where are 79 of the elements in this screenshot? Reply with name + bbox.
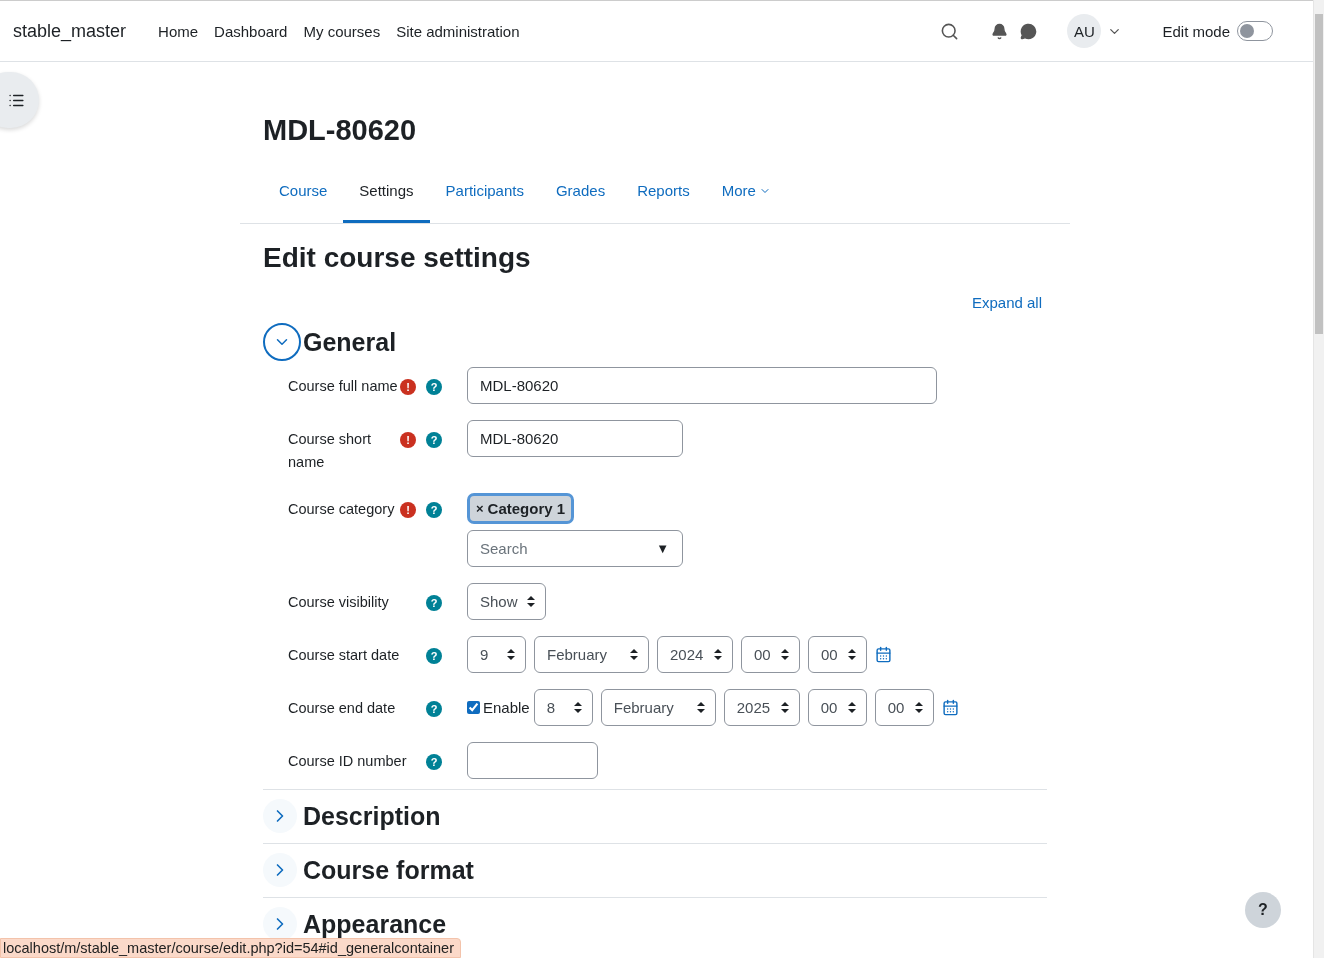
field-label: Course short name: [288, 430, 372, 472]
text-input[interactable]: [467, 742, 598, 779]
sort-arrows-icon: [507, 649, 515, 660]
nav-link[interactable]: Home: [150, 22, 207, 40]
required-icon: !: [400, 432, 416, 448]
required-icon: !: [400, 379, 416, 395]
nav-link[interactable]: My courses: [295, 22, 389, 40]
site-name[interactable]: stable_master: [13, 20, 127, 42]
nav-tab[interactable]: Participants: [429, 173, 540, 223]
day-select[interactable]: 8: [533, 689, 593, 726]
edit-mode-switch[interactable]: [1237, 21, 1273, 41]
nav-tab[interactable]: Grades: [539, 173, 622, 223]
expand-all-link[interactable]: Expand all: [971, 294, 1042, 311]
help-icon[interactable]: ?: [426, 754, 442, 770]
help-icon[interactable]: ?: [426, 701, 442, 717]
nav-link[interactable]: Dashboard: [206, 22, 296, 40]
help-icon[interactable]: ?: [426, 648, 442, 664]
text-input[interactable]: MDL-80620: [467, 420, 683, 457]
page-title: Edit course settings: [263, 242, 532, 274]
hour-select[interactable]: 00: [741, 636, 800, 673]
sort-arrows-icon: [714, 649, 722, 660]
section-toggle[interactable]: [263, 907, 297, 941]
sort-arrows-icon: [848, 649, 856, 660]
help-icon[interactable]: ?: [426, 502, 442, 518]
section-title: Course format: [303, 855, 474, 885]
sort-arrows-icon: [630, 649, 638, 660]
calendar-icon[interactable]: [875, 646, 892, 663]
calendar-icon[interactable]: [941, 699, 959, 716]
visibility-select[interactable]: Show: [467, 583, 546, 620]
help-icon[interactable]: ?: [426, 379, 442, 395]
minute-select[interactable]: 00: [808, 636, 867, 673]
search-dropdown[interactable]: Search ▼: [467, 530, 683, 567]
bell-icon[interactable]: [991, 22, 1009, 40]
minute-select[interactable]: 00: [874, 689, 934, 726]
field-label: Course full name: [288, 377, 398, 396]
required-icon: !: [400, 502, 416, 518]
text-input[interactable]: MDL-80620: [467, 367, 937, 404]
sort-arrows-icon: [780, 702, 789, 713]
checkbox[interactable]: [467, 701, 480, 714]
help-button[interactable]: ?: [1245, 892, 1281, 928]
help-icon[interactable]: ?: [426, 432, 442, 448]
section-title: Appearance: [303, 909, 447, 939]
hour-select[interactable]: 00: [807, 689, 867, 726]
month-select[interactable]: February: [534, 636, 649, 673]
field-label: Course ID number: [288, 752, 407, 771]
day-select[interactable]: 9: [467, 636, 526, 673]
field-label: Course category: [288, 500, 395, 519]
category-tag[interactable]: × Category 1: [467, 493, 575, 524]
user-avatar[interactable]: AU: [1067, 14, 1102, 48]
field-label: Course start date: [288, 646, 400, 665]
sort-arrows-icon: [781, 649, 789, 660]
nav-tab[interactable]: More: [705, 173, 787, 223]
year-select[interactable]: 2024: [657, 636, 733, 673]
nav-tab[interactable]: Reports: [621, 173, 706, 223]
section-toggle[interactable]: [263, 323, 301, 361]
help-icon[interactable]: ?: [426, 595, 442, 611]
course-title: MDL-80620: [263, 114, 418, 147]
scrollbar[interactable]: [1313, 0, 1324, 958]
enable-checkbox[interactable]: Enable: [467, 699, 530, 716]
chat-icon[interactable]: [1020, 22, 1038, 40]
status-url: localhost/m/stable_master/course/edit.php?id=54#id_generalcontainer: [0, 938, 461, 958]
nav-link[interactable]: Site administration: [388, 22, 528, 40]
field-label: Course end date: [288, 699, 396, 718]
section-title: General: [303, 327, 397, 357]
sort-arrows-icon: [847, 702, 856, 713]
sort-arrows-icon: [527, 596, 535, 607]
sort-arrows-icon: [696, 702, 705, 713]
field-label: Course visibility: [288, 593, 389, 612]
sort-arrows-icon: [914, 702, 923, 713]
edit-mode-label: Edit mode: [1162, 22, 1230, 40]
section-toggle[interactable]: [263, 799, 297, 833]
section-title: Description: [303, 801, 441, 831]
sort-arrows-icon: [573, 702, 582, 713]
nav-tab[interactable]: Settings: [343, 173, 430, 223]
section-toggle[interactable]: [263, 853, 297, 887]
year-select[interactable]: 2025: [723, 689, 800, 726]
nav-tab[interactable]: Course: [263, 173, 344, 223]
month-select[interactable]: February: [600, 689, 716, 726]
search-icon[interactable]: [940, 21, 960, 41]
